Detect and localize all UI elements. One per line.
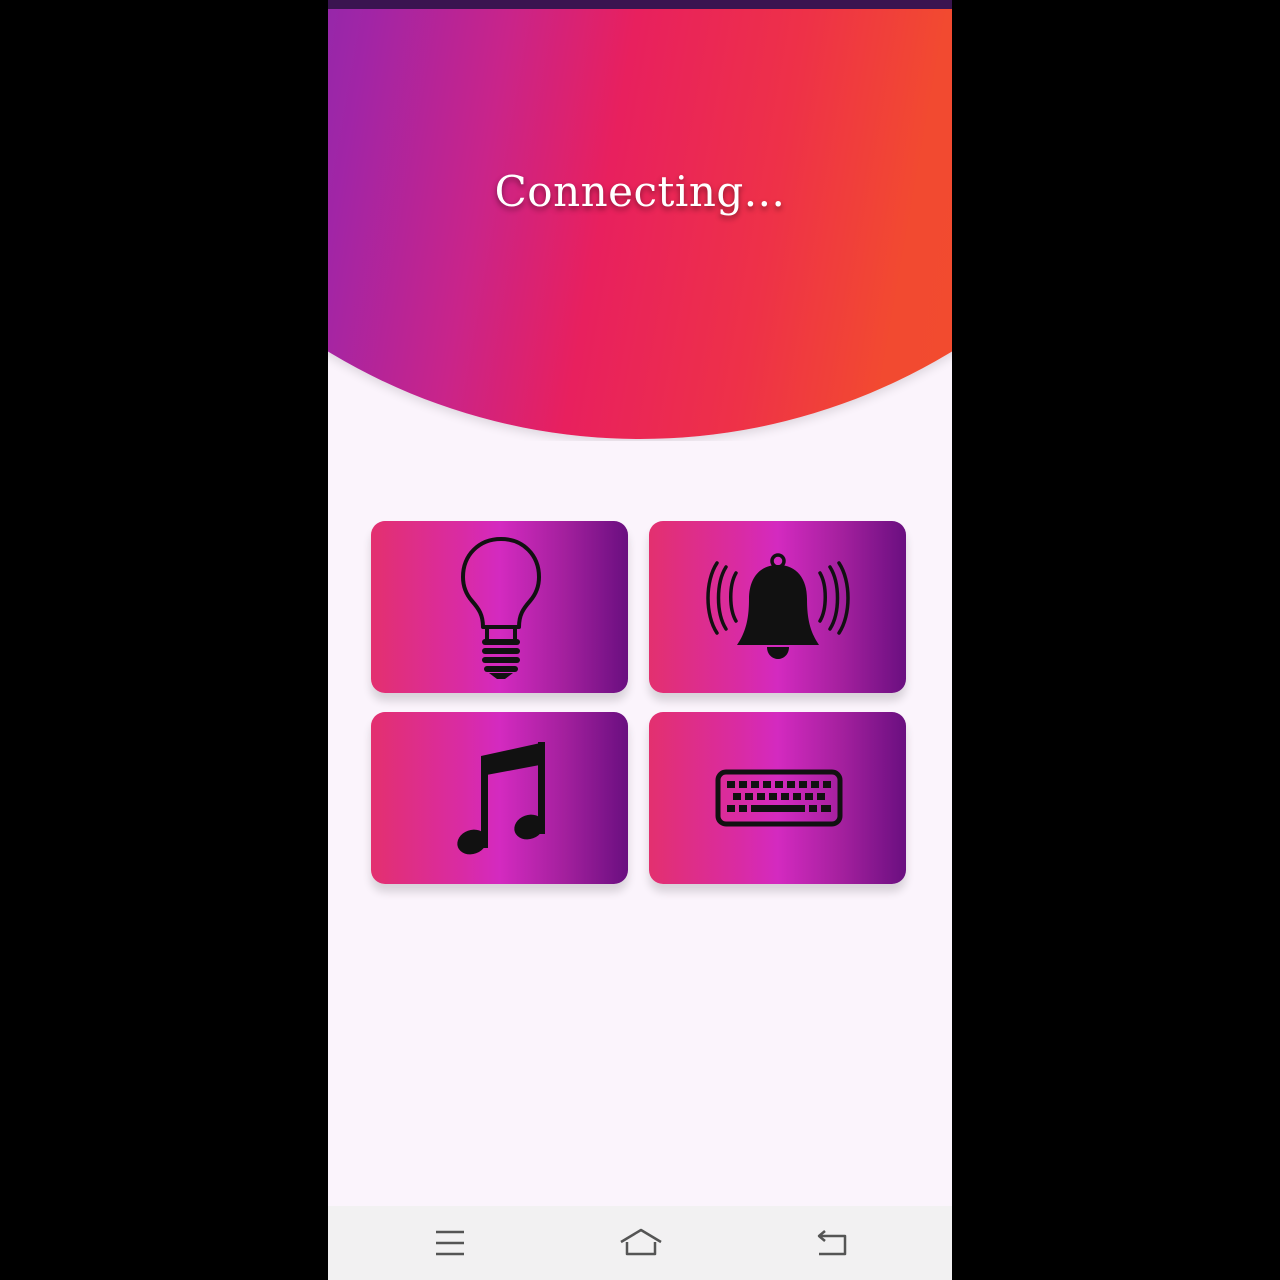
connection-status-title: Connecting...: [494, 167, 786, 216]
music-button[interactable]: [371, 712, 628, 884]
keyboard-button[interactable]: [649, 712, 906, 884]
home-button[interactable]: [617, 1224, 665, 1264]
status-bar: [328, 0, 952, 9]
app-screen: Connecting...: [328, 0, 952, 1280]
header: Connecting...: [328, 9, 952, 441]
ringing-bell-icon: [706, 553, 850, 659]
light-bulb-icon: [461, 537, 541, 679]
home-icon: [620, 1228, 662, 1256]
back-button[interactable]: [807, 1224, 855, 1264]
keyboard-icon: [715, 769, 843, 827]
light-button[interactable]: [371, 521, 628, 693]
back-icon: [817, 1230, 847, 1256]
navigation-bar: [328, 1206, 952, 1280]
header-gradient-shape: [328, 9, 952, 439]
menu-button[interactable]: [426, 1224, 474, 1264]
music-note-icon: [457, 742, 545, 855]
alarm-button[interactable]: [649, 521, 906, 693]
menu-icon: [436, 1230, 464, 1256]
